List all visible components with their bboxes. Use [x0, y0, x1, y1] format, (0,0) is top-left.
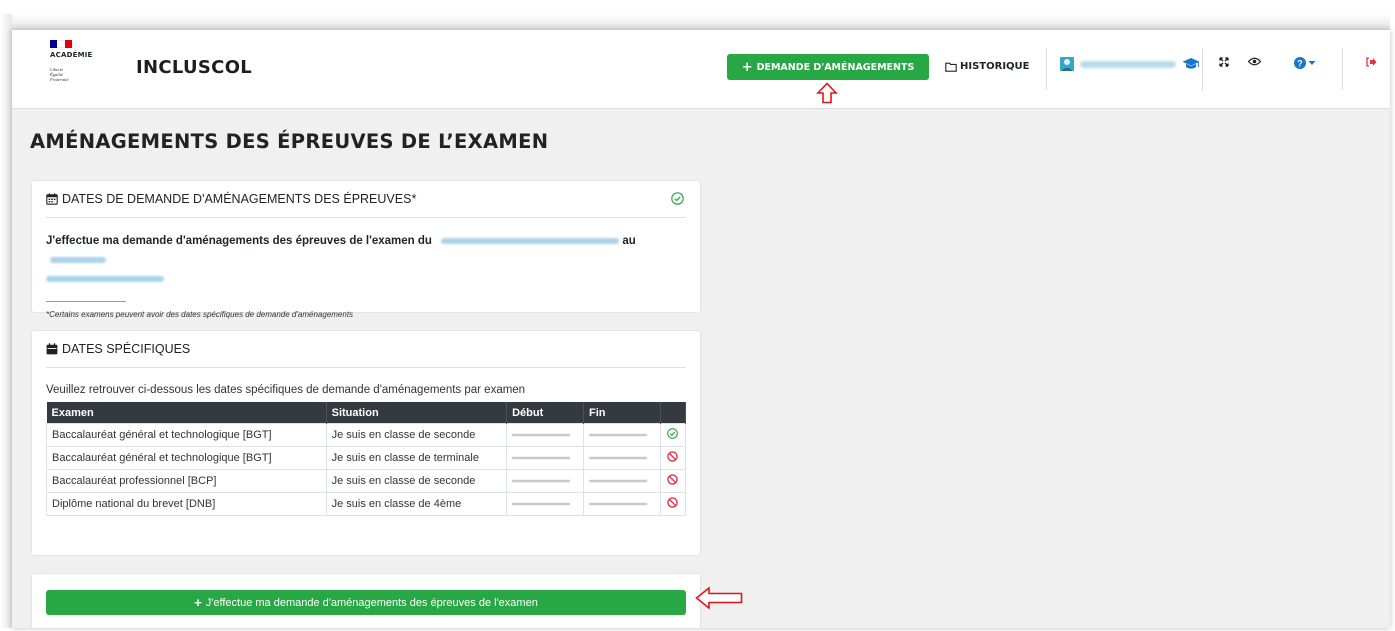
cell-fin-redacted — [583, 492, 661, 516]
cell-situation: Je suis en classe de seconde — [325, 469, 508, 493]
calendar-filled-icon — [46, 343, 58, 355]
logout-icon — [1366, 57, 1377, 67]
col-situation: Situation — [326, 402, 508, 424]
cell-situation: Je suis en classe de terminale — [325, 446, 508, 470]
check-circle-icon — [671, 192, 684, 205]
dates-demande-sentence: J'effectue ma demande d'aménagements des… — [46, 232, 686, 289]
end-date-redacted — [50, 256, 106, 263]
cell-status — [659, 492, 687, 516]
annotation-arrow-left — [695, 586, 743, 610]
help-menu[interactable]: ? — [1294, 57, 1316, 69]
submit-demande-button[interactable]: + J'effectue ma demande d'aménagements d… — [46, 590, 686, 615]
cell-examen: Baccalauréat général et technologique [B… — [46, 423, 327, 447]
cell-status — [659, 469, 687, 493]
cell-fin-redacted — [583, 469, 661, 493]
fullscreen-button[interactable] — [1219, 57, 1229, 67]
dates-specifiques-table: Examen Situation Début Fin Baccalauréat … — [46, 402, 687, 516]
nav-historique[interactable]: HISTORIQUE — [945, 61, 1030, 72]
help-icon: ? — [1294, 57, 1306, 69]
cell-status — [659, 446, 687, 470]
start-date-redacted — [441, 237, 620, 244]
app-brand[interactable]: INCLUSCOL — [136, 57, 252, 78]
dates-specifiques-title: DATES SPÉCIFIQUES — [62, 342, 191, 356]
annotation-arrow-up — [816, 82, 838, 104]
cell-debut-redacted — [506, 423, 585, 447]
table-row: Baccalauréat professionnel [BCP] Je suis… — [46, 469, 687, 493]
col-examen: Examen — [46, 402, 327, 424]
sentence-start: J'effectue ma demande d'aménagements des… — [46, 235, 432, 247]
cell-situation: Je suis en classe de seconde — [325, 423, 508, 447]
table-row: Diplôme national du brevet [DNB] Je suis… — [46, 492, 687, 516]
submit-card: + J'effectue ma demande d'aménagements d… — [31, 573, 701, 628]
logout-button[interactable] — [1366, 57, 1377, 67]
flag-icon — [50, 40, 72, 48]
window-shadow-top — [12, 14, 1390, 30]
navbar-divider — [1342, 48, 1343, 90]
dates-specifiques-intro: Veuillez retrouver ci-dessous les dates … — [46, 384, 526, 396]
logo-academie-text: ACADÉMIE — [50, 51, 93, 59]
dates-specifiques-card: DATES SPÉCIFIQUES Veuillez retrouver ci-… — [31, 330, 701, 556]
ban-icon — [667, 451, 679, 462]
demande-amenagements-label: DEMANDE D'AMÉNAGEMENTS — [756, 61, 915, 73]
user-name-redacted — [1080, 60, 1176, 68]
navbar-divider — [1202, 48, 1203, 90]
user-menu[interactable] — [1060, 57, 1200, 71]
ban-icon — [667, 474, 679, 485]
demande-amenagements-button[interactable]: + DEMANDE D'AMÉNAGEMENTS — [727, 54, 929, 80]
window-shadow-left — [0, 14, 12, 628]
cell-examen: Diplôme national du brevet [DNB] — [46, 492, 327, 516]
table-row: Baccalauréat général et technologique [B… — [46, 423, 687, 447]
cell-debut-redacted — [506, 492, 585, 516]
nav-historique-label: HISTORIQUE — [960, 61, 1030, 72]
cell-status — [659, 423, 687, 447]
logo-motto: Liberté Égalité Fraternité — [50, 67, 110, 82]
dates-demande-card: DATES DE DEMANDE D'AMÉNAGEMENTS DES ÉPRE… — [31, 180, 701, 319]
eye-icon — [1248, 57, 1261, 66]
dates-specifiques-header: DATES SPÉCIFIQUES — [46, 331, 686, 368]
top-navbar: ACADÉMIE Liberté Égalité Fraternité INCL… — [12, 30, 1390, 109]
sentence-au: au — [622, 235, 636, 247]
col-status — [660, 402, 687, 424]
caret-down-icon — [1308, 61, 1316, 65]
calendar-icon — [46, 193, 58, 205]
user-icon — [1060, 57, 1074, 71]
page-title: AMÉNAGEMENTS DES ÉPREUVES DE L’EXAMEN — [30, 130, 549, 153]
cell-fin-redacted — [583, 423, 661, 447]
plus-icon: + — [194, 595, 202, 610]
footnote-divider — [46, 301, 126, 302]
table-header-row: Examen Situation Début Fin — [46, 402, 687, 424]
col-debut: Début — [506, 402, 585, 424]
app-window: ACADÉMIE Liberté Égalité Fraternité INCL… — [12, 30, 1390, 628]
cell-fin-redacted — [583, 446, 661, 470]
navbar-divider — [1046, 48, 1047, 90]
dates-footnote: *Certains examens peuvent avoir des date… — [46, 310, 354, 319]
cell-situation: Je suis en classe de 4ème — [325, 492, 508, 516]
cell-examen: Baccalauréat général et technologique [B… — [46, 446, 327, 470]
cell-debut-redacted — [506, 446, 585, 470]
motto-fraternite: Fraternité — [50, 77, 69, 82]
expand-icon — [1219, 57, 1229, 67]
folder-icon — [945, 62, 957, 72]
graduation-cap-icon — [1182, 58, 1200, 69]
col-fin: Fin — [583, 402, 661, 424]
check-circle-icon — [667, 428, 679, 439]
cell-debut-redacted — [506, 469, 585, 493]
ban-icon — [667, 497, 679, 508]
academie-logo[interactable]: ACADÉMIE Liberté Égalité Fraternité — [50, 40, 110, 100]
svg-text:?: ? — [1297, 58, 1303, 68]
cell-examen: Baccalauréat professionnel [BCP] — [46, 469, 327, 493]
plus-icon: + — [741, 59, 753, 75]
visibility-button[interactable] — [1248, 57, 1261, 66]
dates-demande-title: DATES DE DEMANDE D'AMÉNAGEMENTS DES ÉPRE… — [62, 192, 417, 206]
table-row: Baccalauréat général et technologique [B… — [46, 446, 687, 470]
end-date-redacted-2 — [46, 275, 164, 282]
submit-demande-label: J'effectue ma demande d'aménagements des… — [205, 596, 538, 609]
dates-demande-header: DATES DE DEMANDE D'AMÉNAGEMENTS DES ÉPRE… — [46, 181, 686, 218]
